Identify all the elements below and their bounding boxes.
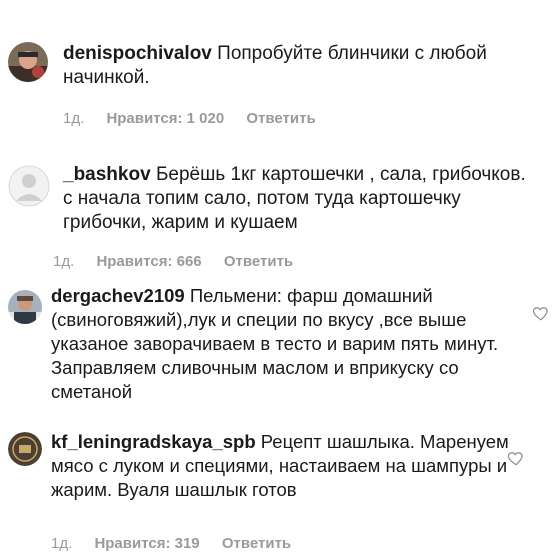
likes-count-button[interactable]: Нравится: 1 020 (106, 110, 224, 127)
likes-count-button[interactable]: Нравится: 319 (94, 535, 199, 552)
reply-button[interactable]: Ответить (224, 253, 293, 270)
comment-time: 1д. (63, 110, 85, 127)
likes-count-button[interactable]: Нравится: 666 (96, 253, 201, 270)
reply-button[interactable]: Ответить (246, 110, 315, 127)
comment-username[interactable]: denispochivalov (63, 43, 212, 64)
comment-time: 1д. (51, 535, 73, 552)
heart-outline-icon[interactable] (507, 449, 525, 467)
avatar[interactable] (8, 432, 42, 466)
avatar[interactable] (8, 290, 42, 324)
reply-button[interactable]: Ответить (222, 535, 291, 552)
heart-outline-icon[interactable] (532, 304, 550, 322)
comment-time: 1д. (53, 253, 75, 270)
comment-username[interactable]: dergachev2109 (51, 285, 185, 306)
comment-username[interactable]: kf_leningradskaya_spb (51, 431, 256, 452)
comment-username[interactable]: _bashkov (63, 164, 151, 185)
avatar[interactable] (8, 42, 48, 82)
comments-list: denispochivalov Попробуйте блинчики с лю… (0, 0, 560, 560)
avatar[interactable] (8, 165, 50, 207)
